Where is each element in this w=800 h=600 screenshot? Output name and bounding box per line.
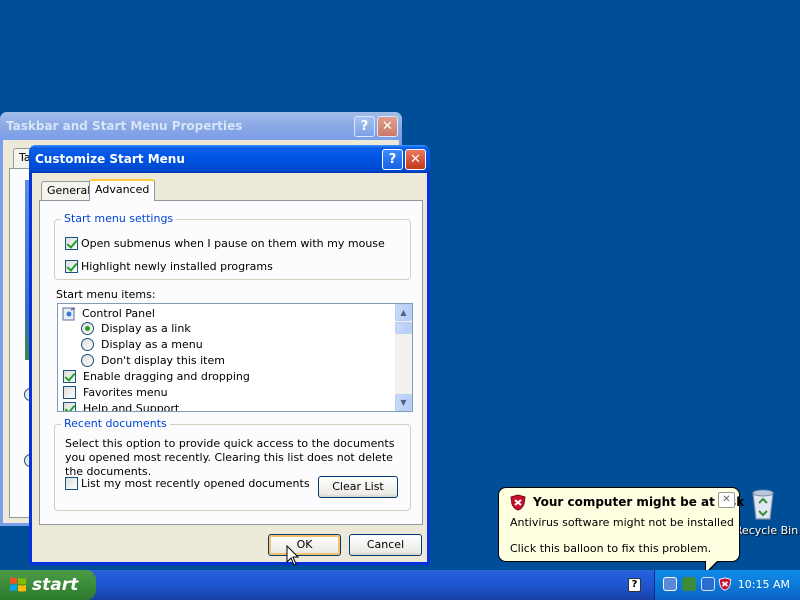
help-support-checkbox[interactable] [63, 402, 76, 411]
list-item-label[interactable]: Don't display this item [101, 354, 225, 367]
highlight-programs-checkbox[interactable] [65, 260, 78, 273]
balloon-title: Your computer might be at risk [533, 495, 745, 509]
clock[interactable]: 10:15 AM [738, 570, 790, 600]
back-window-title: Taskbar and Start Menu Properties [6, 119, 243, 133]
connection-icon[interactable] [701, 577, 715, 591]
dialog-titlebar[interactable]: Customize Start Menu ? ✕ [29, 145, 430, 173]
taskbar: start ? 10:15 AM [0, 570, 800, 600]
start-menu-settings-group: Start menu settings Open submenus when I… [54, 212, 411, 280]
help-button[interactable]: ? [382, 149, 403, 170]
list-item-label[interactable]: Enable dragging and dropping [83, 370, 250, 383]
clear-list-button[interactable]: Clear List [318, 476, 398, 498]
close-button[interactable]: ✕ [405, 149, 426, 170]
update-icon[interactable] [682, 577, 696, 591]
balloon-line-1: Antivirus software might not be installe… [510, 516, 734, 529]
back-close-button[interactable]: ✕ [377, 116, 398, 137]
list-item-label: Control Panel [82, 307, 155, 320]
open-submenus-label[interactable]: Open submenus when I pause on them with … [81, 237, 385, 250]
help-tray-icon[interactable]: ? [628, 578, 641, 592]
list-item-label[interactable]: Help and Support [83, 402, 179, 411]
scroll-thumb[interactable] [395, 322, 412, 334]
shield-warning-icon [510, 494, 526, 511]
start-menu-settings-title: Start menu settings [61, 212, 177, 225]
scroll-up-button[interactable]: ▲ [395, 304, 412, 321]
display-as-link-radio[interactable] [81, 322, 94, 335]
windows-logo-icon [10, 577, 26, 592]
cancel-button[interactable]: Cancel [349, 534, 422, 556]
dialog-title: Customize Start Menu [35, 152, 185, 166]
enable-dragging-checkbox[interactable] [63, 370, 76, 383]
advanced-tab-panel: Start menu settings Open submenus when I… [39, 200, 423, 525]
favorites-menu-checkbox[interactable] [63, 386, 76, 399]
start-menu-items-label: Start menu items: [56, 288, 156, 301]
balloon-close-button[interactable]: ✕ [718, 492, 735, 508]
system-tray: 10:15 AM [654, 570, 800, 600]
list-scrollbar[interactable]: ▲ ▼ [395, 304, 412, 411]
ok-button[interactable]: OK [268, 534, 341, 556]
tab-general-label: General [47, 184, 91, 197]
mouse-cursor-icon [286, 545, 300, 566]
recent-documents-title: Recent documents [61, 417, 170, 430]
tab-advanced-label: Advanced [95, 183, 150, 196]
recent-documents-description: Select this option to provide quick acce… [65, 437, 395, 478]
dont-display-radio[interactable] [81, 354, 94, 367]
tab-advanced[interactable]: Advanced [89, 179, 156, 201]
balloon-line-2: Click this balloon to fix this problem. [510, 542, 712, 555]
list-item-label[interactable]: Favorites menu [83, 386, 168, 399]
list-recent-checkbox[interactable] [65, 477, 78, 490]
network-icon[interactable] [663, 577, 677, 591]
customize-start-menu-dialog[interactable]: Customize Start Menu ? ✕ General Advance… [29, 145, 430, 565]
back-window-titlebar[interactable]: Taskbar and Start Menu Properties ? ✕ [0, 112, 402, 140]
recycle-bin-label: Recycle Bin [734, 524, 799, 537]
list-item-label[interactable]: Display as a link [101, 322, 191, 335]
scroll-down-button[interactable]: ▼ [395, 394, 412, 411]
recycle-bin-icon [752, 489, 774, 520]
recent-documents-group: Recent documents Select this option to p… [54, 417, 411, 511]
highlight-programs-label[interactable]: Highlight newly installed programs [81, 260, 273, 273]
security-shield-icon[interactable] [718, 577, 732, 591]
start-button[interactable]: start [0, 570, 96, 600]
list-recent-label[interactable]: List my most recently opened documents [81, 477, 310, 490]
back-help-button[interactable]: ? [354, 116, 375, 137]
open-submenus-checkbox[interactable] [65, 237, 78, 250]
display-as-menu-radio[interactable] [81, 338, 94, 351]
start-menu-items-list[interactable]: Control Panel Display as a link Display … [57, 303, 413, 412]
control-panel-icon [62, 307, 76, 321]
list-item-label[interactable]: Display as a menu [101, 338, 203, 351]
start-label: start [32, 575, 79, 595]
security-balloon[interactable]: Your computer might be at risk ✕ Antivir… [498, 487, 744, 562]
